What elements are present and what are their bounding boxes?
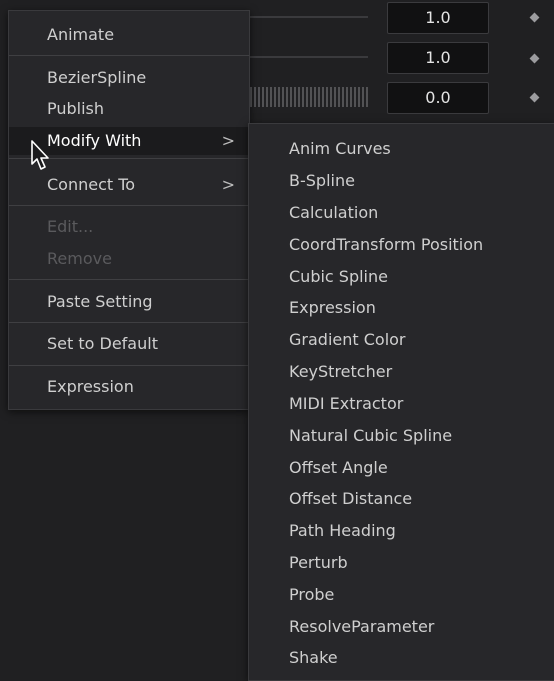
menu-item-animate[interactable]: Animate [9,21,249,49]
submenu-item-coordtransform-position[interactable]: CoordTransform Position [249,231,554,259]
slider-track[interactable] [250,56,368,58]
value-field[interactable]: 1.0 [387,2,489,34]
menu-separator [9,279,249,280]
keyframe-diamond-icon[interactable] [529,92,540,103]
menu-item-paste-setting[interactable]: Paste Setting [9,288,249,316]
menu-separator [9,322,249,323]
chevron-right-icon: > [221,175,235,194]
inspector-row: 1.0 [250,2,554,38]
submenu-item-perturb[interactable]: Perturb [249,549,554,577]
keyframe-diamond-icon[interactable] [529,53,540,64]
submenu-item-resolveparameter[interactable]: ResolveParameter [249,613,554,641]
inspector-row: 0.0 [250,82,554,118]
menu-item-label: Modify With [47,131,142,150]
submenu-item-gradient-color[interactable]: Gradient Color [249,326,554,354]
submenu-item-expression[interactable]: Expression [249,294,554,322]
submenu-item-keystretcher[interactable]: KeyStretcher [249,358,554,386]
submenu-item-natural-cubic-spline[interactable]: Natural Cubic Spline [249,422,554,450]
chevron-right-icon: > [221,131,235,150]
modify-with-submenu: Anim Curves B-Spline Calculation CoordTr… [248,123,554,681]
submenu-item-offset-angle[interactable]: Offset Angle [249,454,554,482]
submenu-item-cubic-spline[interactable]: Cubic Spline [249,263,554,291]
menu-separator [9,55,249,56]
inspector-row: 1.0 [250,42,554,78]
menu-item-connect-to[interactable]: Connect To > [9,171,249,199]
value-field[interactable]: 1.0 [387,42,489,74]
submenu-item-probe[interactable]: Probe [249,581,554,609]
menu-item-expression[interactable]: Expression [9,373,249,401]
menu-item-publish[interactable]: Publish [9,95,249,123]
submenu-item-anim-curves[interactable]: Anim Curves [249,135,554,163]
menu-separator [9,205,249,206]
slider-track[interactable] [250,87,368,107]
submenu-item-midi-extractor[interactable]: MIDI Extractor [249,390,554,418]
menu-item-remove: Remove [47,249,112,268]
menu-item-label: Connect To [47,175,136,194]
value-field[interactable]: 0.0 [387,82,489,114]
slider-track[interactable] [250,16,368,18]
menu-item-edit: Edit... [47,217,94,236]
submenu-item-shake[interactable]: Shake [249,644,554,672]
context-menu: Animate BezierSpline Publish Modify With… [8,10,250,410]
menu-item-set-to-default[interactable]: Set to Default [9,330,249,358]
submenu-item-path-heading[interactable]: Path Heading [249,517,554,545]
menu-item-bezierspline[interactable]: BezierSpline [9,64,249,92]
mouse-cursor-icon [31,140,49,170]
submenu-item-b-spline[interactable]: B-Spline [249,167,554,195]
submenu-item-offset-distance[interactable]: Offset Distance [249,485,554,513]
menu-separator [9,365,249,366]
keyframe-diamond-icon[interactable] [529,12,540,23]
submenu-item-calculation[interactable]: Calculation [249,199,554,227]
